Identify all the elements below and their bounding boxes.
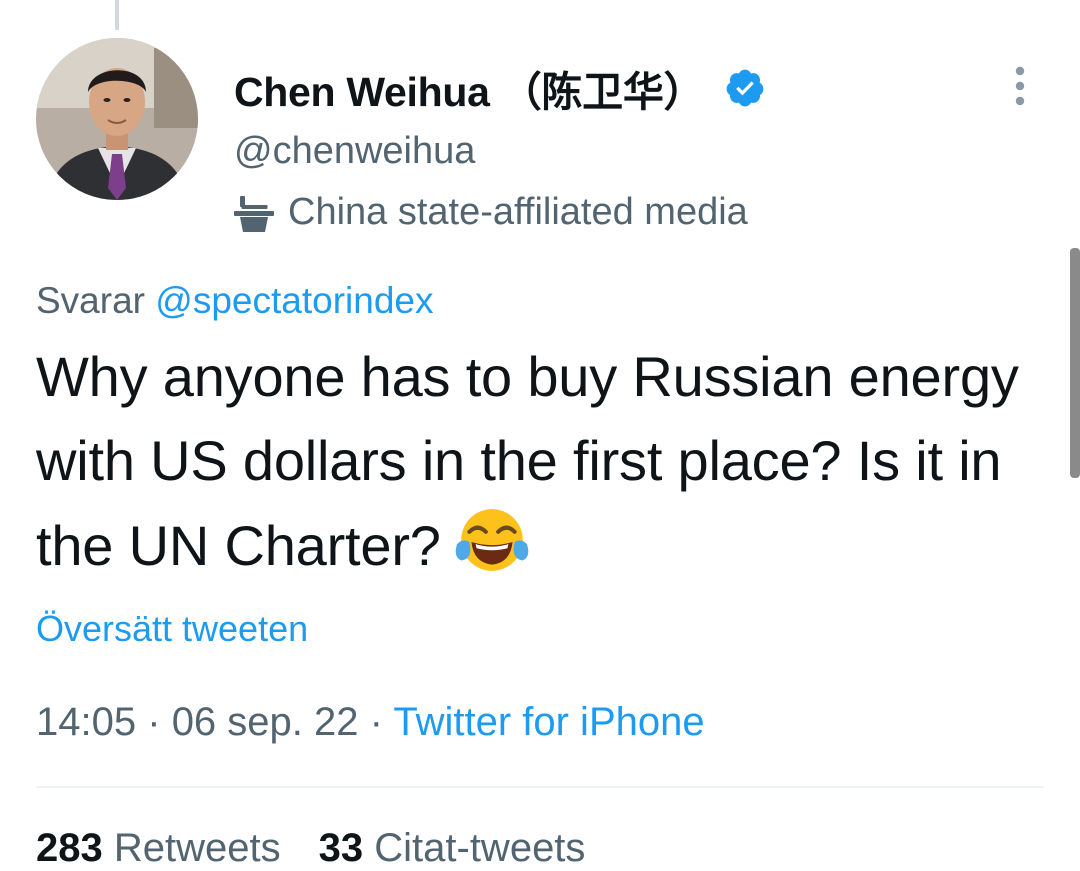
state-media-label[interactable]: China state-affiliated media [232, 190, 748, 234]
reply-to-handle-link[interactable]: @spectatorindex [155, 280, 433, 321]
tweet-date[interactable]: 06 sep. 22 [172, 700, 359, 744]
avatar-photo [36, 38, 198, 200]
verified-badge-icon [726, 69, 764, 107]
face-with-tears-of-joy-icon [455, 509, 529, 571]
podium-icon [234, 196, 274, 232]
engagement-stats: 283 Retweets 33 Citat-tweets [36, 826, 585, 871]
reply-context: Svarar @spectatorindex [36, 280, 433, 322]
retweets-count: 283 [36, 826, 103, 870]
reply-prefix: Svarar [36, 280, 145, 321]
avatar[interactable] [36, 38, 198, 200]
author-display-name[interactable]: Chen Weihua （陈卫华） [234, 58, 705, 118]
tweet-metadata: 14:05 · 06 sep. 22 · Twitter for iPhone [36, 700, 705, 745]
meta-separator: · [147, 700, 161, 744]
quote-tweets-count: 33 [318, 826, 364, 870]
meta-separator: · [369, 700, 383, 744]
author-name-row[interactable]: Chen Weihua （陈卫华） [234, 60, 766, 116]
tweet-source-link[interactable]: Twitter for iPhone [393, 700, 704, 744]
retweets-stat[interactable]: 283 Retweets [36, 826, 281, 870]
quote-tweets-label: Citat-tweets [374, 826, 586, 870]
tweet-time[interactable]: 14:05 [36, 700, 136, 744]
more-options-icon[interactable] [1002, 64, 1038, 108]
affiliation-text: China state-affiliated media [288, 190, 748, 233]
retweets-label: Retweets [113, 826, 281, 870]
thread-connector-line [115, 0, 119, 30]
translate-tweet-link[interactable]: Översätt tweeten [36, 608, 308, 650]
quote-tweets-stat[interactable]: 33 Citat-tweets [319, 826, 586, 870]
scrollbar-thumb[interactable] [1070, 248, 1080, 478]
author-handle[interactable]: @chenweihua [234, 130, 475, 173]
divider [36, 786, 1044, 788]
tweet-body: Why anyone has to buy Russian energy wit… [36, 335, 1046, 588]
